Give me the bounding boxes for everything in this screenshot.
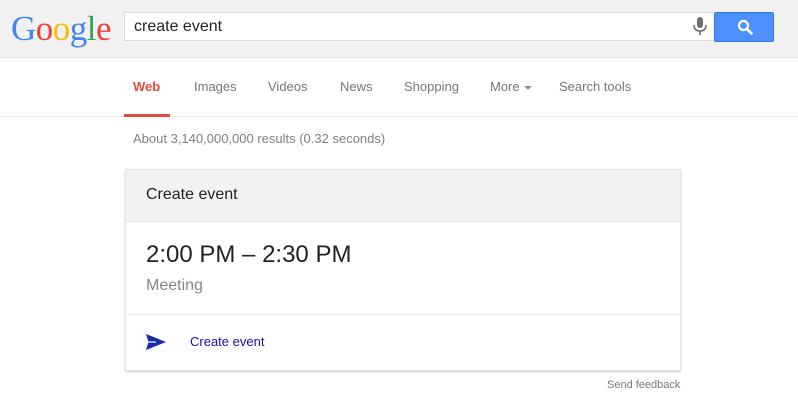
active-tab-indicator [124,114,170,117]
google-logo[interactable]: Google [11,9,112,49]
search-button[interactable] [714,12,774,42]
tab-news[interactable]: News [340,79,373,94]
send-feedback-link[interactable]: Send feedback [607,379,680,391]
microphone-icon[interactable] [692,17,708,37]
tab-more-label: More [490,79,520,94]
tab-shopping[interactable]: Shopping [404,79,459,94]
search-box[interactable] [124,12,714,41]
search-tabs: Web Images Videos News Shopping More Sea… [0,58,798,117]
create-event-card: Create event 2:00 PM – 2:30 PM Meeting C… [125,169,681,371]
caret-down-icon [523,85,532,90]
card-header: Create event [126,170,680,222]
create-event-link[interactable]: Create event [190,334,264,349]
tab-more[interactable]: More [490,79,532,94]
result-stats: About 3,140,000,000 results (0.32 second… [133,131,386,146]
tab-videos[interactable]: Videos [268,79,308,94]
top-bar: Google [0,0,798,58]
event-time: 2:00 PM – 2:30 PM [146,241,352,268]
card-title: Create event [146,186,238,203]
card-divider [126,314,680,315]
send-icon [146,334,166,350]
tab-web[interactable]: Web [133,79,160,94]
search-input[interactable] [134,18,674,36]
tab-search-tools[interactable]: Search tools [559,79,631,94]
event-subject: Meeting [146,277,203,294]
search-icon [737,19,753,35]
tab-images[interactable]: Images [194,79,237,94]
